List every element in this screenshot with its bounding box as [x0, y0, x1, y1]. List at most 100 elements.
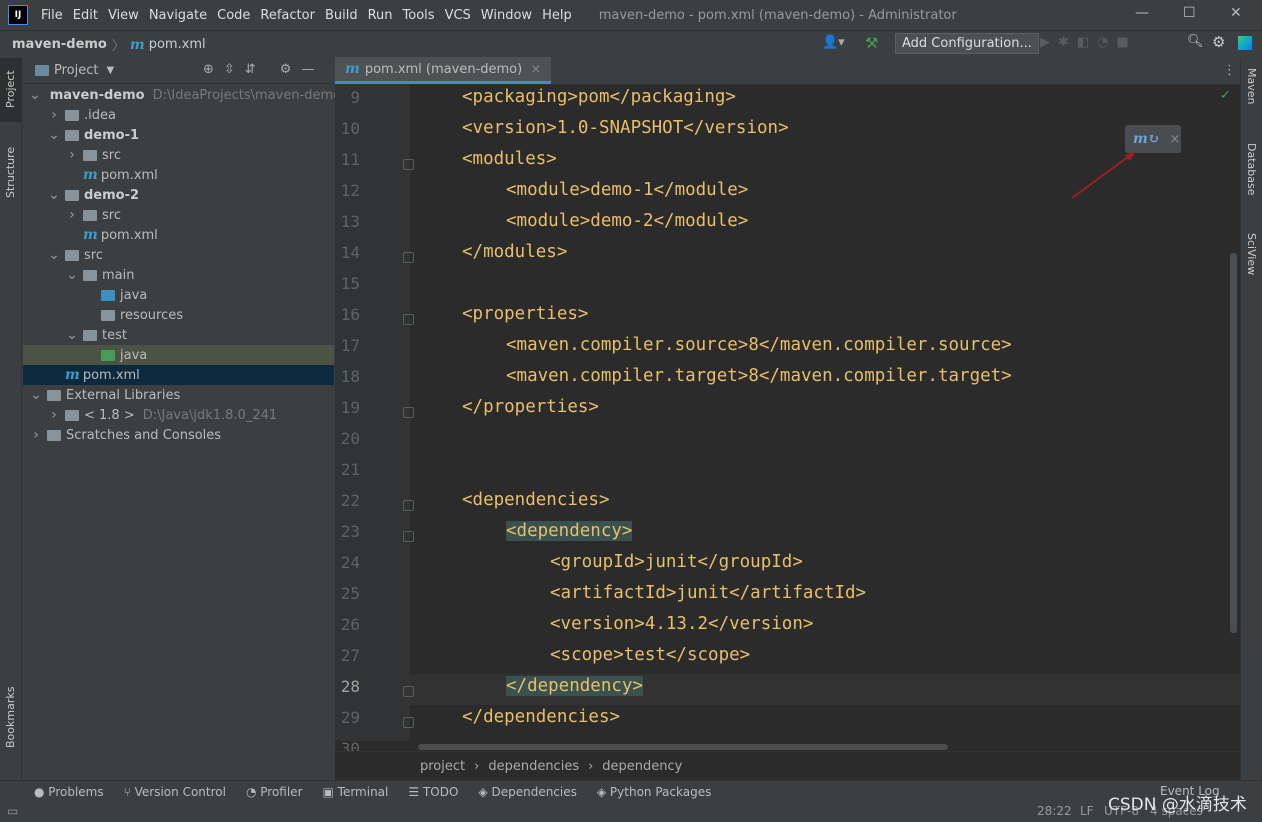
tool-window-version-control[interactable]: ⑂ Version Control — [124, 785, 226, 799]
menu-edit[interactable]: Edit — [68, 8, 103, 23]
tree-item-src[interactable]: › src — [23, 145, 334, 165]
tab-pom-xml[interactable]: m pom.xml (maven-demo) × — [335, 57, 552, 84]
menu-view[interactable]: View — [103, 8, 144, 23]
tree-item-label: java — [120, 287, 148, 303]
toggle-tool-windows-icon[interactable]: ▭ — [7, 804, 18, 818]
close-tab-icon[interactable]: × — [530, 62, 541, 77]
fold-marker-icon[interactable] — [403, 159, 414, 170]
chevron-down-icon[interactable]: ⌄ — [47, 127, 61, 143]
tree-item-resources[interactable]: resources — [23, 305, 334, 325]
nav-file[interactable]: pom.xml — [149, 37, 206, 52]
tree-item-test[interactable]: ⌄ test — [23, 325, 334, 345]
tree-item-demo-1[interactable]: ⌄ demo-1 — [23, 125, 334, 145]
tool-window-bar: ● Problems ⑂ Version Control ◔ Profiler ▣ T… — [0, 780, 1262, 802]
chevron-right-icon[interactable]: › — [29, 427, 43, 443]
tree-item--idea[interactable]: › .idea — [23, 105, 334, 125]
fold-marker-icon[interactable] — [403, 531, 414, 542]
tree-item-scratches-and-consoles[interactable]: › Scratches and Consoles — [23, 425, 334, 445]
tree-item-external-libraries[interactable]: ⌄ External Libraries — [23, 385, 334, 405]
line-number: 18 — [340, 367, 360, 386]
menu-vcs[interactable]: VCS — [440, 8, 476, 23]
breadcrumb-dependencies[interactable]: dependencies — [488, 759, 579, 774]
close-popup-icon[interactable]: × — [1170, 132, 1181, 147]
user-icon[interactable]: 👤▾ — [822, 35, 845, 50]
panel-actions[interactable]: ⊕⇳⇵ ⚙— — [203, 62, 324, 77]
project-view-selector[interactable]: Project — [54, 63, 98, 78]
chevron-right-icon[interactable]: › — [65, 147, 79, 163]
project-tool-tab[interactable]: Project — [4, 70, 17, 108]
fold-marker-icon[interactable] — [403, 314, 414, 325]
chevron-right-icon[interactable]: › — [47, 407, 61, 423]
tool-window-problems[interactable]: ● Problems — [34, 785, 104, 799]
fold-marker-icon[interactable] — [403, 500, 414, 511]
tree-item-label: pom.xml — [100, 167, 158, 183]
fold-marker-icon[interactable] — [403, 686, 414, 697]
tree-item-src[interactable]: ⌄ src — [23, 245, 334, 265]
caret-position[interactable]: 28:22 — [1037, 804, 1072, 818]
vertical-scrollbar[interactable] — [1230, 253, 1237, 633]
add-configuration-button[interactable]: Add Configuration... — [895, 33, 1039, 54]
breadcrumb-project[interactable]: project — [420, 759, 465, 774]
toolbox-icon[interactable] — [1238, 36, 1252, 50]
tool-window-profiler[interactable]: ◔ Profiler — [246, 785, 303, 799]
tree-item-src[interactable]: › src — [23, 205, 334, 225]
minimize-button[interactable]: — — [1135, 5, 1149, 21]
nav-project[interactable]: maven-demo — [12, 37, 107, 52]
chevron-down-icon[interactable]: ⌄ — [29, 87, 41, 103]
load-maven-changes-icon[interactable]: m↻ — [1133, 131, 1160, 147]
tool-window-label: TODO — [422, 784, 459, 799]
menu-help[interactable]: Help — [537, 8, 577, 23]
tree-item-label: src — [102, 147, 121, 163]
tree-item-pom-xml[interactable]: m pom.xml — [23, 225, 334, 245]
build-hammer-icon[interactable]: ⚒ — [865, 34, 878, 52]
line-separator[interactable]: LF — [1080, 804, 1094, 818]
line-number: 17 — [340, 336, 360, 355]
horizontal-scrollbar[interactable] — [418, 744, 948, 750]
tool-window-todo[interactable]: ☰ TODO — [408, 785, 458, 799]
tool-window-python-packages[interactable]: ◈ Python Packages — [597, 785, 711, 799]
sciview-tool-tab[interactable]: SciView — [1245, 233, 1258, 275]
tree-item-pom-xml[interactable]: m pom.xml — [23, 165, 334, 185]
search-icon[interactable]: 🔍︎ — [1187, 34, 1204, 49]
tree-item-maven-demo[interactable]: ⌄ maven-demo D:\IdeaProjects\maven-demo — [23, 85, 341, 105]
chevron-down-icon[interactable]: ⌄ — [65, 267, 79, 283]
editor[interactable]: m pom.xml (maven-demo) × ⋮ 9 <packaging>p… — [335, 57, 1240, 780]
menu-refactor[interactable]: Refactor — [255, 8, 320, 23]
menu-navigate[interactable]: Navigate — [144, 8, 212, 23]
menu-run[interactable]: Run — [363, 8, 398, 23]
bookmarks-tool-tab[interactable]: Bookmarks — [4, 687, 17, 748]
chevron-right-icon[interactable]: › — [65, 207, 79, 223]
chevron-down-icon[interactable]: ⌄ — [47, 247, 61, 263]
menu-code[interactable]: Code — [212, 8, 255, 23]
structure-tool-tab[interactable]: Structure — [4, 147, 17, 198]
breadcrumb-dependency[interactable]: dependency — [602, 759, 682, 774]
chevron-down-icon[interactable]: ⌄ — [29, 387, 43, 403]
chevron-right-icon[interactable]: › — [47, 107, 61, 123]
fold-marker-icon[interactable] — [403, 407, 414, 418]
tool-window-terminal[interactable]: ▣ Terminal — [323, 785, 389, 799]
fold-marker-icon[interactable] — [403, 717, 414, 728]
maximize-button[interactable]: ☐ — [1183, 5, 1196, 21]
database-tool-tab[interactable]: Database — [1245, 143, 1258, 196]
tree-item-java[interactable]: java — [23, 345, 334, 365]
tree-item-label: pom.xml — [100, 227, 158, 243]
tree-item-demo-2[interactable]: ⌄ demo-2 — [23, 185, 334, 205]
chevron-down-icon[interactable]: ⌄ — [65, 327, 79, 343]
chevron-down-icon[interactable]: ⌄ — [47, 187, 61, 203]
menu-file[interactable]: File — [36, 8, 68, 23]
tree-item--1-8-[interactable]: › < 1.8 > D:\Java\jdk1.8.0_241 — [23, 405, 334, 425]
tree-item-java[interactable]: java — [23, 285, 334, 305]
tree-item-path: D:\Java\jdk1.8.0_241 — [142, 407, 278, 423]
tree-item-pom-xml[interactable]: m pom.xml — [23, 365, 334, 385]
chevron-down-icon[interactable]: ▼ — [106, 65, 114, 76]
menu-build[interactable]: Build — [320, 8, 363, 23]
tree-item-main[interactable]: ⌄ main — [23, 265, 334, 285]
menu-window[interactable]: Window — [476, 8, 537, 23]
menu-tools[interactable]: Tools — [398, 8, 440, 23]
close-button[interactable]: ✕ — [1230, 5, 1242, 21]
maven-tool-tab[interactable]: Maven — [1245, 68, 1258, 104]
tool-window-dependencies[interactable]: ◈ Dependencies — [478, 785, 576, 799]
more-tabs-icon[interactable]: ⋮ — [1223, 63, 1236, 78]
fold-marker-icon[interactable] — [403, 252, 414, 263]
settings-gear-icon[interactable]: ⚙ — [1212, 33, 1225, 51]
